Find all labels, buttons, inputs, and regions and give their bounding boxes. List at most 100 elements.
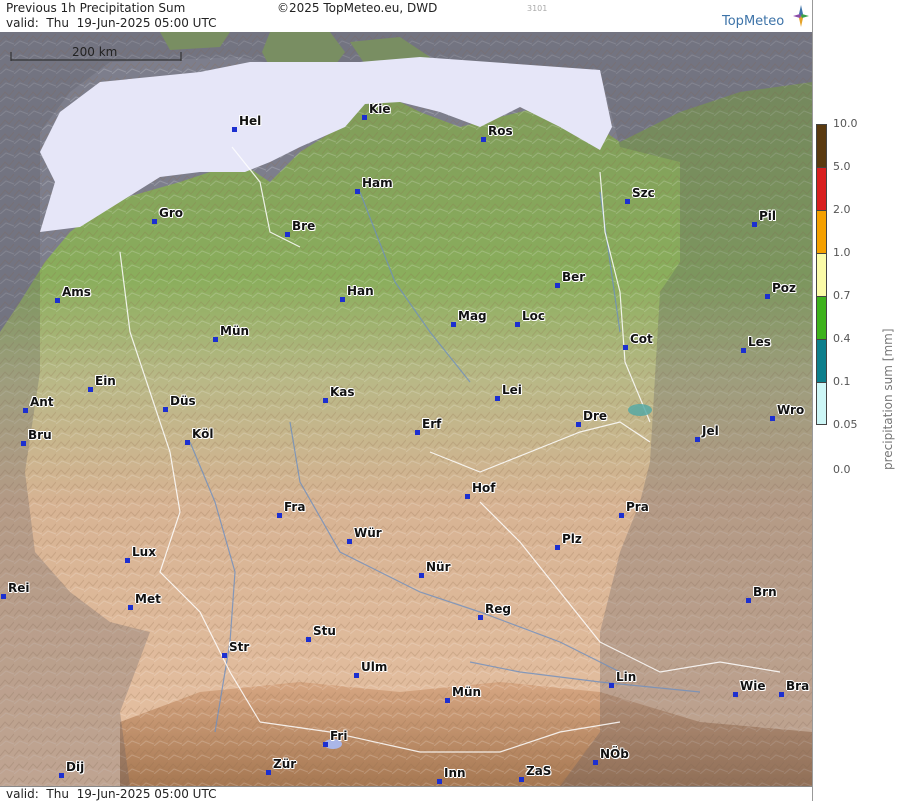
terrain-map (0, 32, 812, 786)
city-dot (340, 297, 345, 302)
legend-color-bar (816, 124, 827, 425)
precipitation-legend: 10.0 5.0 2.0 1.0 0.7 0.4 0.1 0.05 0.0 pr… (812, 0, 904, 801)
city-dot (576, 422, 581, 427)
city-dot (125, 558, 130, 563)
city-dot (362, 115, 367, 120)
valid-time: valid: Thu 19-Jun-2025 05:00 UTC (6, 16, 217, 30)
city-label: Ein (95, 374, 116, 388)
city-dot (519, 777, 524, 782)
city-dot (128, 605, 133, 610)
footer-valid-time: valid: Thu 19-Jun-2025 05:00 UTC (6, 787, 217, 801)
city-label: Fri (330, 729, 348, 743)
city-label: Szc (632, 186, 655, 200)
city-label: Kie (369, 102, 391, 116)
city-dot (555, 283, 560, 288)
city-dot (23, 408, 28, 413)
city-dot (419, 573, 424, 578)
city-label: Dij (66, 760, 85, 774)
legend-label: 5.0 (833, 160, 851, 173)
city-dot (619, 513, 624, 518)
city-dot (152, 219, 157, 224)
city-dot (478, 615, 483, 620)
city-dot (355, 189, 360, 194)
city-dot (515, 322, 520, 327)
city-label: Zür (273, 757, 297, 771)
legend-label: 0.4 (833, 332, 851, 345)
city-dot (746, 598, 751, 603)
city-dot (306, 637, 311, 642)
city-label: Hel (239, 114, 262, 128)
city-label: Stu (313, 624, 336, 638)
city-dot (213, 337, 218, 342)
city-label: Inn (444, 766, 466, 780)
city-dot (277, 513, 282, 518)
legend-zero-label: 0.0 (833, 463, 851, 476)
city-dot (323, 398, 328, 403)
map-title: Previous 1h Precipitation Sum (6, 1, 186, 15)
city-label: Str (229, 640, 250, 654)
image-id: 3101 (527, 4, 548, 13)
city-label: Ber (562, 270, 586, 284)
city-label: Pil (759, 209, 777, 223)
city-dot (695, 437, 700, 442)
city-dot (437, 779, 442, 784)
city-label: Les (748, 335, 771, 349)
city-label: Kas (330, 385, 355, 399)
city-label: Ulm (361, 660, 388, 674)
city-dot (222, 653, 227, 658)
city-label: Mag (458, 309, 487, 323)
city-dot (88, 387, 93, 392)
city-dot (415, 430, 420, 435)
city-dot (445, 698, 450, 703)
city-label: Poz (772, 281, 797, 295)
city-dot (770, 416, 775, 421)
city-dot (733, 692, 738, 697)
legend-label: 0.1 (833, 375, 851, 388)
city-dot (1, 594, 6, 599)
city-dot (55, 298, 60, 303)
header-bar: Previous 1h Precipitation Sum valid: Thu… (0, 0, 812, 33)
city-label: ZaS (526, 764, 552, 778)
city-dot (593, 760, 598, 765)
city-dot (609, 683, 614, 688)
legend-swatch-5 (816, 167, 827, 210)
city-dot (765, 294, 770, 299)
city-label: Han (347, 284, 374, 298)
city-label: Wür (354, 526, 382, 540)
legend-title: precipitation sum [mm] (881, 328, 895, 470)
city-label: Köl (192, 427, 214, 441)
city-label: Cot (630, 332, 653, 346)
city-dot (59, 773, 64, 778)
legend-swatch-04 (816, 339, 827, 382)
city-label: Pra (626, 500, 649, 514)
city-dot (779, 692, 784, 697)
city-label: Mün (220, 324, 250, 338)
legend-label: 2.0 (833, 203, 851, 216)
city-label: Lux (132, 545, 156, 559)
city-dot (354, 673, 359, 678)
city-label: Rei (8, 581, 30, 595)
city-label: Lin (616, 670, 637, 684)
city-dot (163, 407, 168, 412)
map-area[interactable]: 200 km Hel Kie Ros Ham Szc Gro Bre Pil B… (0, 32, 812, 786)
city-label: Reg (485, 602, 511, 616)
topmeteo-logo[interactable]: TopMeteo (718, 5, 810, 31)
city-dot (21, 441, 26, 446)
city-dot (625, 199, 630, 204)
city-label: Gro (159, 206, 184, 220)
legend-label: 1.0 (833, 246, 851, 259)
city-label: Ant (30, 395, 54, 409)
city-label: Erf (422, 417, 442, 431)
city-dot (232, 127, 237, 132)
city-dot (451, 322, 456, 327)
city-dot (185, 440, 190, 445)
legend-swatch-07 (816, 296, 827, 339)
city-label: Fra (284, 500, 306, 514)
city-label: Nür (426, 560, 451, 574)
city-label: Wie (740, 679, 766, 693)
city-dot (465, 494, 470, 499)
city-dot (285, 232, 290, 237)
city-label: Ams (62, 285, 91, 299)
city-label: Mün (452, 685, 482, 699)
footer-bar: valid: Thu 19-Jun-2025 05:00 UTC (0, 786, 812, 802)
